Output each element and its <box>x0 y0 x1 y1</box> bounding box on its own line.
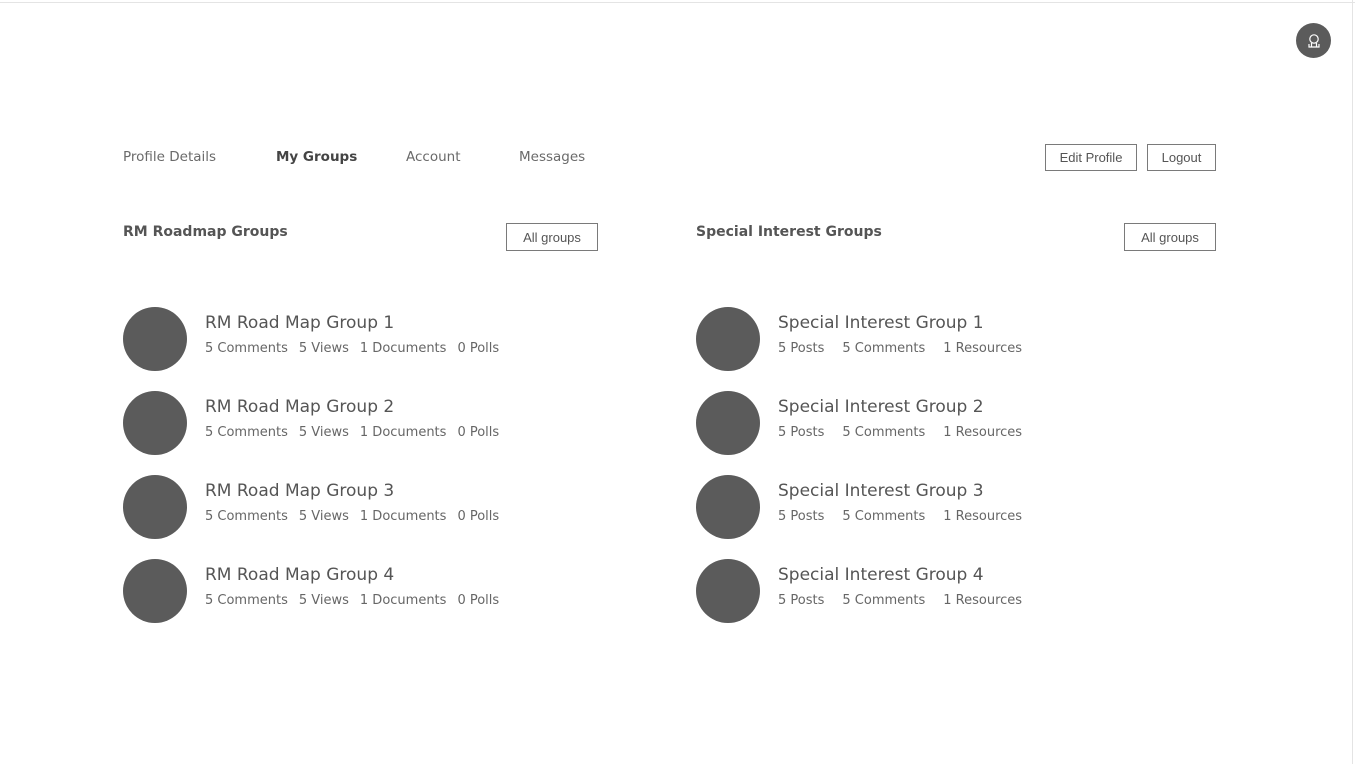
stat-resources: 1 Resources <box>943 509 1023 524</box>
tab-messages[interactable]: Messages <box>519 149 599 165</box>
sig-group-item[interactable]: Special Interest Group 3 5 Posts 5 Comme… <box>696 475 1116 539</box>
stat-comments: 5 Comments <box>205 593 288 608</box>
sig-group-item[interactable]: Special Interest Group 2 5 Posts 5 Comme… <box>696 391 1116 455</box>
stat-documents: 1 Documents <box>359 425 447 440</box>
stat-polls: 0 Polls <box>457 425 500 440</box>
group-stats: 5 Comments 5 Views 1 Documents 0 Polls <box>205 341 499 356</box>
sig-group-item[interactable]: Special Interest Group 1 5 Posts 5 Comme… <box>696 307 1116 371</box>
group-stats: 5 Comments 5 Views 1 Documents 0 Polls <box>205 509 499 524</box>
stat-views: 5 Views <box>298 341 349 356</box>
user-icon <box>1307 33 1320 48</box>
group-stats: 5 Posts 5 Comments 1 Resources <box>778 425 1022 440</box>
group-avatar <box>696 307 760 371</box>
stat-comments: 5 Comments <box>205 425 288 440</box>
rm-all-groups-button[interactable]: All groups <box>506 223 598 251</box>
group-avatar <box>696 475 760 539</box>
group-avatar <box>696 391 760 455</box>
stat-comments: 5 Comments <box>842 341 926 356</box>
stat-posts: 5 Posts <box>778 509 825 524</box>
group-name: RM Road Map Group 3 <box>205 481 395 501</box>
stat-views: 5 Views <box>298 593 349 608</box>
tab-account[interactable]: Account <box>406 149 519 165</box>
stat-comments: 5 Comments <box>842 593 926 608</box>
stat-documents: 1 Documents <box>359 509 447 524</box>
group-name: Special Interest Group 1 <box>778 313 984 333</box>
rm-section-title: RM Roadmap Groups <box>123 224 288 240</box>
group-name: Special Interest Group 2 <box>778 397 984 417</box>
group-avatar <box>123 391 187 455</box>
stat-polls: 0 Polls <box>457 341 500 356</box>
rm-group-item[interactable]: RM Road Map Group 1 5 Comments 5 Views 1… <box>123 307 543 371</box>
group-avatar <box>123 559 187 623</box>
tab-my-groups[interactable]: My Groups <box>276 149 406 165</box>
profile-tabs: Profile Details My Groups Account Messag… <box>123 149 599 165</box>
group-name: RM Road Map Group 2 <box>205 397 395 417</box>
stat-polls: 0 Polls <box>457 509 500 524</box>
stat-comments: 5 Comments <box>205 341 288 356</box>
group-name: RM Road Map Group 1 <box>205 313 395 333</box>
rm-group-item[interactable]: RM Road Map Group 3 5 Comments 5 Views 1… <box>123 475 543 539</box>
top-border <box>0 2 1355 3</box>
sig-all-groups-button[interactable]: All groups <box>1124 223 1216 251</box>
stat-resources: 1 Resources <box>943 593 1023 608</box>
tab-profile-details[interactable]: Profile Details <box>123 149 276 165</box>
rm-group-item[interactable]: RM Road Map Group 2 5 Comments 5 Views 1… <box>123 391 543 455</box>
group-stats: 5 Comments 5 Views 1 Documents 0 Polls <box>205 425 499 440</box>
group-stats: 5 Posts 5 Comments 1 Resources <box>778 341 1022 356</box>
group-stats: 5 Comments 5 Views 1 Documents 0 Polls <box>205 593 499 608</box>
logout-button[interactable]: Logout <box>1147 144 1216 171</box>
stat-views: 5 Views <box>298 509 349 524</box>
group-name: Special Interest Group 4 <box>778 565 984 585</box>
edit-profile-button[interactable]: Edit Profile <box>1045 144 1137 171</box>
group-stats: 5 Posts 5 Comments 1 Resources <box>778 593 1022 608</box>
group-avatar <box>123 475 187 539</box>
right-border <box>1352 0 1353 764</box>
user-avatar-button[interactable] <box>1296 23 1331 58</box>
stat-views: 5 Views <box>298 425 349 440</box>
group-avatar <box>696 559 760 623</box>
stat-comments: 5 Comments <box>842 425 926 440</box>
stat-comments: 5 Comments <box>842 509 926 524</box>
stat-posts: 5 Posts <box>778 425 825 440</box>
stat-posts: 5 Posts <box>778 341 825 356</box>
group-name: Special Interest Group 3 <box>778 481 984 501</box>
rm-group-item[interactable]: RM Road Map Group 4 5 Comments 5 Views 1… <box>123 559 543 623</box>
sig-section-title: Special Interest Groups <box>696 224 882 240</box>
stat-documents: 1 Documents <box>359 593 447 608</box>
sig-group-item[interactable]: Special Interest Group 4 5 Posts 5 Comme… <box>696 559 1116 623</box>
stat-resources: 1 Resources <box>943 341 1023 356</box>
stat-polls: 0 Polls <box>457 593 500 608</box>
group-avatar <box>123 307 187 371</box>
stat-documents: 1 Documents <box>359 341 447 356</box>
group-name: RM Road Map Group 4 <box>205 565 395 585</box>
stat-comments: 5 Comments <box>205 509 288 524</box>
stat-posts: 5 Posts <box>778 593 825 608</box>
stat-resources: 1 Resources <box>943 425 1023 440</box>
group-stats: 5 Posts 5 Comments 1 Resources <box>778 509 1022 524</box>
